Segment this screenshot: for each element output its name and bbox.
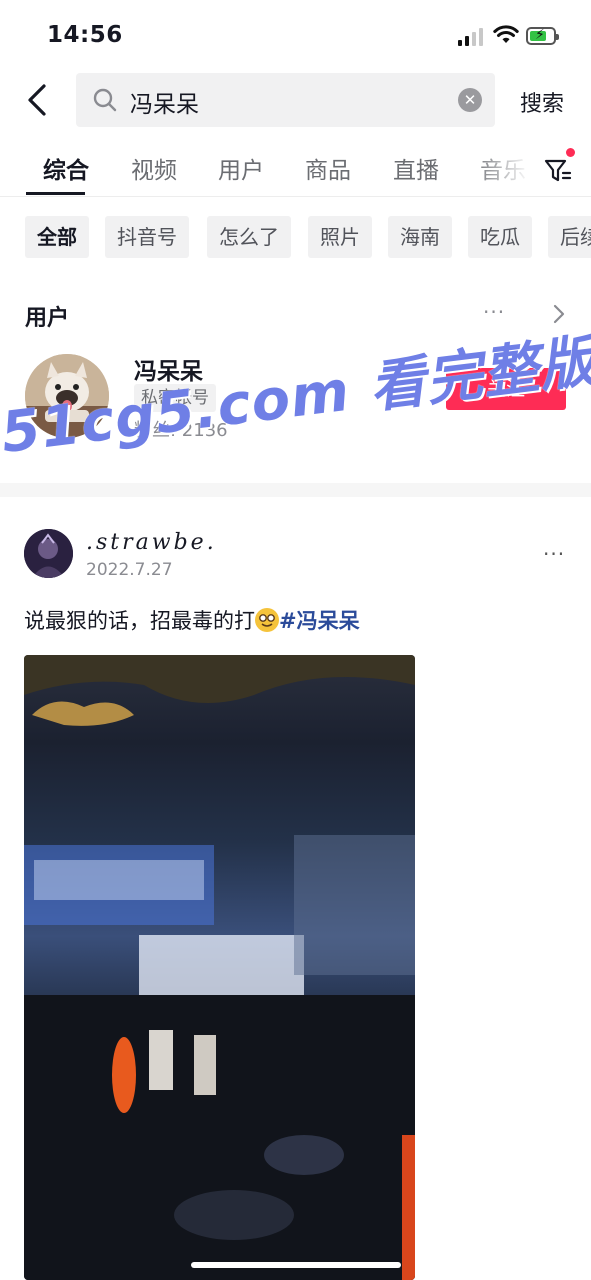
- search-button[interactable]: 搜索: [520, 86, 564, 118]
- tab-videos[interactable]: 视频: [131, 151, 177, 185]
- search-query: 冯呆呆: [130, 92, 199, 118]
- post-video[interactable]: [24, 655, 415, 1280]
- section-title-users: 用户: [25, 306, 70, 331]
- watermark: 51cg5.com 看完整版: [0, 328, 591, 467]
- active-tab-indicator: [26, 192, 85, 195]
- tab-live[interactable]: 直播: [393, 151, 439, 185]
- tab-users[interactable]: 用户: [218, 151, 264, 185]
- status-time: 14:56: [47, 22, 123, 48]
- post-hashtag[interactable]: #冯呆呆: [279, 609, 360, 633]
- back-button[interactable]: [22, 82, 56, 118]
- nerd-face-emoji-icon: [255, 608, 279, 632]
- chip-douyin-id[interactable]: 抖音号: [105, 216, 189, 258]
- chip-what-happened[interactable]: 怎么了: [207, 216, 291, 258]
- chip-follow-up[interactable]: 后续: [548, 216, 591, 258]
- post-caption: 说最狠的话，招最毒的打 #冯呆呆: [24, 605, 360, 635]
- wifi-icon: [493, 25, 519, 43]
- chip-photos[interactable]: 照片: [308, 216, 372, 258]
- chip-hainan[interactable]: 海南: [388, 216, 452, 258]
- post-author-name[interactable]: .strawbe.: [86, 530, 217, 555]
- filter-icon[interactable]: [543, 156, 573, 186]
- post-date: 2022.7.27: [86, 560, 173, 580]
- more-icon[interactable]: ···: [543, 542, 565, 566]
- back-arrow-icon: [28, 84, 46, 116]
- section-divider: [0, 483, 591, 497]
- battery-icon: ⚡: [526, 27, 559, 45]
- home-indicator: [191, 1262, 401, 1268]
- tab-products[interactable]: 商品: [305, 151, 351, 185]
- search-input[interactable]: 冯呆呆 ✕: [76, 73, 495, 127]
- search-icon: [93, 88, 117, 112]
- post-caption-text: 说最狠的话，招最毒的打: [24, 609, 255, 633]
- notification-dot: [566, 148, 575, 157]
- chip-all[interactable]: 全部: [25, 216, 89, 258]
- more-icon[interactable]: ···: [483, 300, 505, 324]
- post-author-avatar[interactable]: [24, 529, 73, 578]
- tab-all[interactable]: 综合: [43, 151, 89, 185]
- signal-icon: [458, 28, 484, 46]
- category-tabs: 综合 视频 用户 商品 直播 音乐: [0, 142, 591, 197]
- chip-gossip[interactable]: 吃瓜: [468, 216, 532, 258]
- clear-icon[interactable]: ✕: [458, 88, 482, 112]
